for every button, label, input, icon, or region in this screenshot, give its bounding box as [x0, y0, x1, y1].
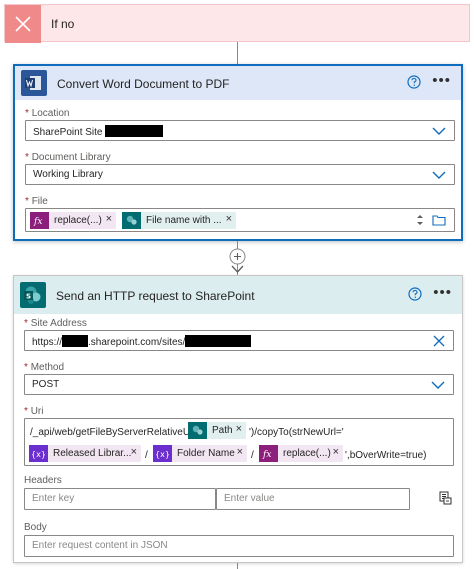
convert-word-action-card[interactable]: Convert Word Document to PDF ••• * Locat… — [13, 64, 463, 241]
header-value-input[interactable]: Enter value — [216, 488, 410, 510]
fx-icon: fx — [30, 212, 49, 229]
svg-text:fx: fx — [262, 450, 271, 460]
close-icon[interactable] — [5, 5, 41, 43]
remove-token-icon[interactable]: × — [237, 446, 243, 458]
uri-text: ',bOverWrite=true) — [345, 450, 427, 461]
arrow-down-icon — [231, 265, 244, 273]
condition-branch-header: If no — [4, 4, 470, 43]
sharepoint-icon: S — [20, 282, 46, 308]
card-header[interactable]: Convert Word Document to PDF ••• — [15, 66, 461, 100]
svg-text:{x}: {x} — [155, 450, 170, 459]
variable-token[interactable]: {x} Folder Name × — [153, 445, 247, 462]
file-input[interactable]: fx replace(...) × File name with ... × — [25, 208, 455, 232]
uri-text: /_api/web/getFileByServerRelativeUrl(' — [30, 427, 201, 438]
method-value: POST — [32, 379, 60, 390]
svg-text:fx: fx — [33, 217, 42, 227]
document-library-dropdown[interactable]: Working Library — [25, 164, 455, 185]
card-title: Convert Word Document to PDF — [57, 77, 230, 91]
variable-token[interactable]: {x} Released Librar... × — [29, 445, 141, 462]
folder-icon[interactable] — [432, 214, 446, 226]
library-label: * Document Library — [25, 152, 111, 163]
more-options-icon[interactable]: ••• — [433, 285, 452, 300]
add-step-icon[interactable] — [229, 248, 246, 265]
switch-to-text-mode-icon[interactable] — [438, 491, 452, 505]
uri-text: ')/copyTo(strNewUrl=' — [249, 427, 344, 438]
remove-token-icon[interactable]: × — [333, 446, 339, 458]
spinner-arrows-icon[interactable] — [416, 213, 424, 227]
location-dropdown[interactable]: SharePoint Site — [25, 120, 455, 141]
header-key-input[interactable]: Enter key — [24, 488, 216, 510]
sharepoint-http-action-card[interactable]: S Send an HTTP request to SharePoint •••… — [13, 275, 463, 563]
connector-line — [237, 563, 238, 569]
body-input[interactable]: Enter request content in JSON — [24, 535, 454, 557]
location-label: * Location — [25, 108, 70, 119]
headers-label: Headers — [24, 475, 62, 486]
method-dropdown[interactable]: POST — [24, 374, 454, 395]
site-address-label: * Site Address — [24, 318, 87, 329]
remove-token-icon[interactable]: × — [236, 423, 242, 435]
sharepoint-icon — [122, 212, 141, 229]
redacted-text — [185, 335, 252, 347]
chevron-down-icon[interactable] — [432, 125, 446, 137]
sharepoint-icon — [188, 422, 207, 439]
help-icon[interactable] — [408, 287, 422, 301]
dynamic-content-token[interactable]: File name with ... × — [122, 212, 236, 229]
variable-icon: {x} — [153, 445, 172, 462]
branch-label: If no — [51, 17, 75, 31]
word-icon — [21, 70, 47, 96]
redacted-text — [62, 335, 89, 347]
library-value: Working Library — [33, 169, 103, 180]
file-label: * File — [25, 196, 48, 207]
expression-token[interactable]: fx replace(...) × — [259, 445, 343, 462]
connector-line — [237, 42, 238, 64]
chevron-down-icon[interactable] — [431, 379, 445, 391]
site-address-input[interactable]: https://.sharepoint.com/sites/ — [24, 330, 454, 351]
redacted-text — [105, 125, 164, 137]
more-options-icon[interactable]: ••• — [432, 73, 451, 88]
body-label: Body — [24, 522, 47, 533]
remove-token-icon[interactable]: × — [131, 446, 137, 458]
svg-text:S: S — [26, 293, 31, 301]
card-title: Send an HTTP request to SharePoint — [56, 289, 255, 303]
remove-token-icon[interactable]: × — [226, 213, 232, 225]
fx-icon: fx — [259, 445, 278, 462]
svg-text:{x}: {x} — [31, 450, 46, 459]
card-header[interactable]: S Send an HTTP request to SharePoint ••• — [14, 276, 462, 314]
expression-token[interactable]: fx replace(...) × — [30, 212, 116, 229]
uri-label: * Uri — [24, 406, 44, 417]
chevron-down-icon[interactable] — [432, 169, 446, 181]
clear-icon[interactable] — [433, 335, 445, 347]
help-icon[interactable] — [407, 75, 421, 89]
path-token[interactable]: Path × — [188, 422, 246, 439]
method-label: * Method — [24, 362, 65, 373]
variable-icon: {x} — [29, 445, 48, 462]
uri-input[interactable]: /_api/web/getFileByServerRelativeUrl(' P… — [24, 418, 454, 466]
remove-token-icon[interactable]: × — [106, 213, 112, 225]
